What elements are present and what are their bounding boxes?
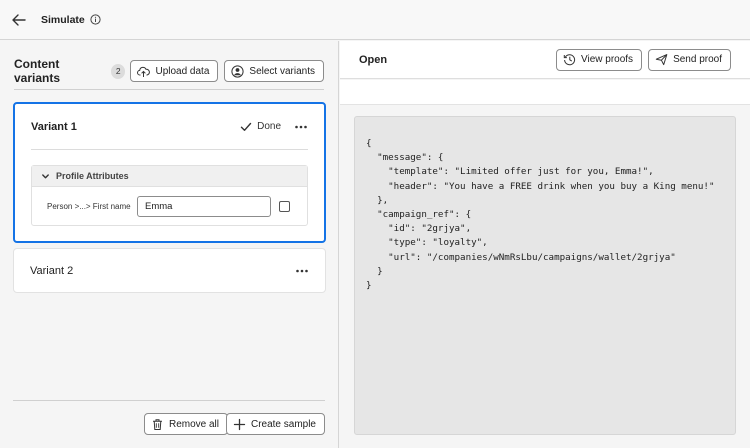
chevron-down-icon (41, 172, 50, 181)
info-icon[interactable] (90, 14, 101, 25)
back-button[interactable] (8, 9, 30, 31)
variant-card-header: Variant 1 Done (31, 104, 308, 150)
profile-attributes-toggle[interactable]: Profile Attributes (32, 166, 307, 187)
checkmark-icon (240, 121, 252, 133)
trash-icon (151, 418, 164, 431)
select-variants-label: Select variants (249, 65, 315, 77)
remove-all-button[interactable]: Remove all (143, 413, 228, 435)
attribute-checkbox[interactable] (279, 200, 290, 212)
cloud-upload-icon (137, 65, 151, 78)
content-variants-title: Content variants (14, 57, 61, 85)
top-bar: Simulate (0, 0, 750, 40)
json-preview-text: { "message": { "template": "Limited offe… (366, 138, 715, 292)
variant-status-label: Done (257, 121, 281, 132)
plus-icon (233, 418, 246, 431)
create-sample-button[interactable]: Create sample (225, 413, 325, 435)
more-icon (295, 125, 307, 128)
attribute-label: Person >...> First name (47, 201, 131, 211)
view-proofs-button[interactable]: View proofs (555, 48, 643, 71)
remove-all-label: Remove all (168, 418, 219, 430)
attribute-row: Person >...> First name (32, 187, 307, 225)
send-proof-button[interactable]: Send proof (648, 48, 731, 71)
variant-name: Variant 1 (31, 120, 77, 133)
select-variants-button[interactable]: Select variants (224, 60, 324, 82)
content-variants-panel: Content variants 2 Upload data Select va… (0, 41, 339, 448)
preview-subheader (340, 80, 750, 105)
variant-name: Variant 2 (30, 264, 74, 277)
preview-panel: Open View proofs Send proof { "message":… (340, 41, 750, 448)
arrow-left-icon (12, 13, 26, 26)
preview-title: Open (359, 53, 388, 66)
more-icon (296, 269, 308, 272)
history-icon (563, 53, 576, 66)
more-options-button[interactable] (295, 264, 309, 278)
variant-card-2[interactable]: Variant 2 (13, 248, 326, 293)
more-options-button[interactable] (294, 120, 308, 134)
upload-data-label: Upload data (155, 65, 210, 77)
json-preview: { "message": { "template": "Limited offe… (354, 116, 736, 435)
left-panel-footer: Remove all Create sample (13, 400, 325, 448)
send-icon (655, 53, 668, 66)
send-proof-label: Send proof (673, 54, 722, 65)
variant-status: Done (240, 121, 281, 133)
create-sample-label: Create sample (250, 418, 316, 430)
profile-attributes-section: Profile Attributes Person >...> First na… (31, 165, 308, 226)
profile-attributes-title: Profile Attributes (56, 171, 129, 181)
variant-count-badge: 2 (110, 63, 126, 79)
upload-data-button[interactable]: Upload data (130, 60, 219, 82)
view-proofs-label: View proofs (580, 54, 634, 65)
user-circle-icon (231, 64, 245, 78)
variant-card-1[interactable]: Variant 1 Done Profile Attributes Person… (13, 102, 326, 243)
preview-header: Open View proofs Send proof (340, 41, 750, 79)
page-title: Simulate (41, 13, 85, 26)
first-name-field[interactable] (137, 195, 271, 217)
content-variants-header: Content variants 2 Upload data Select va… (14, 53, 324, 90)
